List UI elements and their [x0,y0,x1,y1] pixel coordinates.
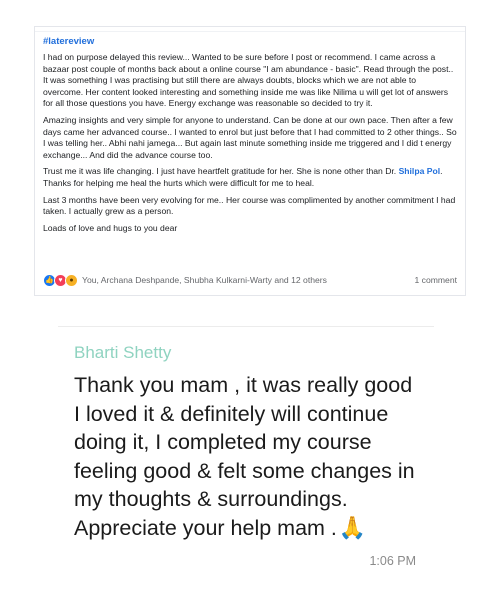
review-post-card: #latereview I had on purpose delayed thi… [34,26,466,296]
wow-icon: ● [65,273,78,287]
comments-count[interactable]: 1 comment [414,275,457,285]
review-paragraph-1: I had on purpose delayed this review... … [43,52,454,109]
review-paragraph-2: Amazing insights and very simple for any… [43,114,457,160]
pray-emoji-icon: 🙏 [338,514,367,540]
sender-name: Bharti Shetty [74,343,172,362]
review-paragraph-3: Trust me it was life changing. I just ha… [43,166,457,189]
reactions-bar: 👍 ♥ ● You, Archana Deshpande, Shubha Kul… [43,273,457,287]
card-top-edge [35,27,465,32]
hashtag-link[interactable]: #latereview [43,36,457,47]
message-timestamp: 1:06 PM [369,554,416,568]
review-closing: Loads of love and hugs to you dear [43,222,178,233]
reaction-icons[interactable]: 👍 ♥ ● [43,273,78,287]
mention-link[interactable]: Shilpa Pol [399,166,441,176]
reactors-text[interactable]: You, Archana Deshpande, Shubha Kulkarni-… [82,275,414,285]
message-body: Thank you mam , it was really good I lov… [74,371,424,542]
review-paragraph-4: Last 3 months have been very evolving fo… [43,194,456,217]
chat-message-card: Bharti Shetty Thank you mam , it was rea… [58,326,434,588]
trust-text-prefix: Trust me it was life changing. I just ha… [43,166,397,177]
